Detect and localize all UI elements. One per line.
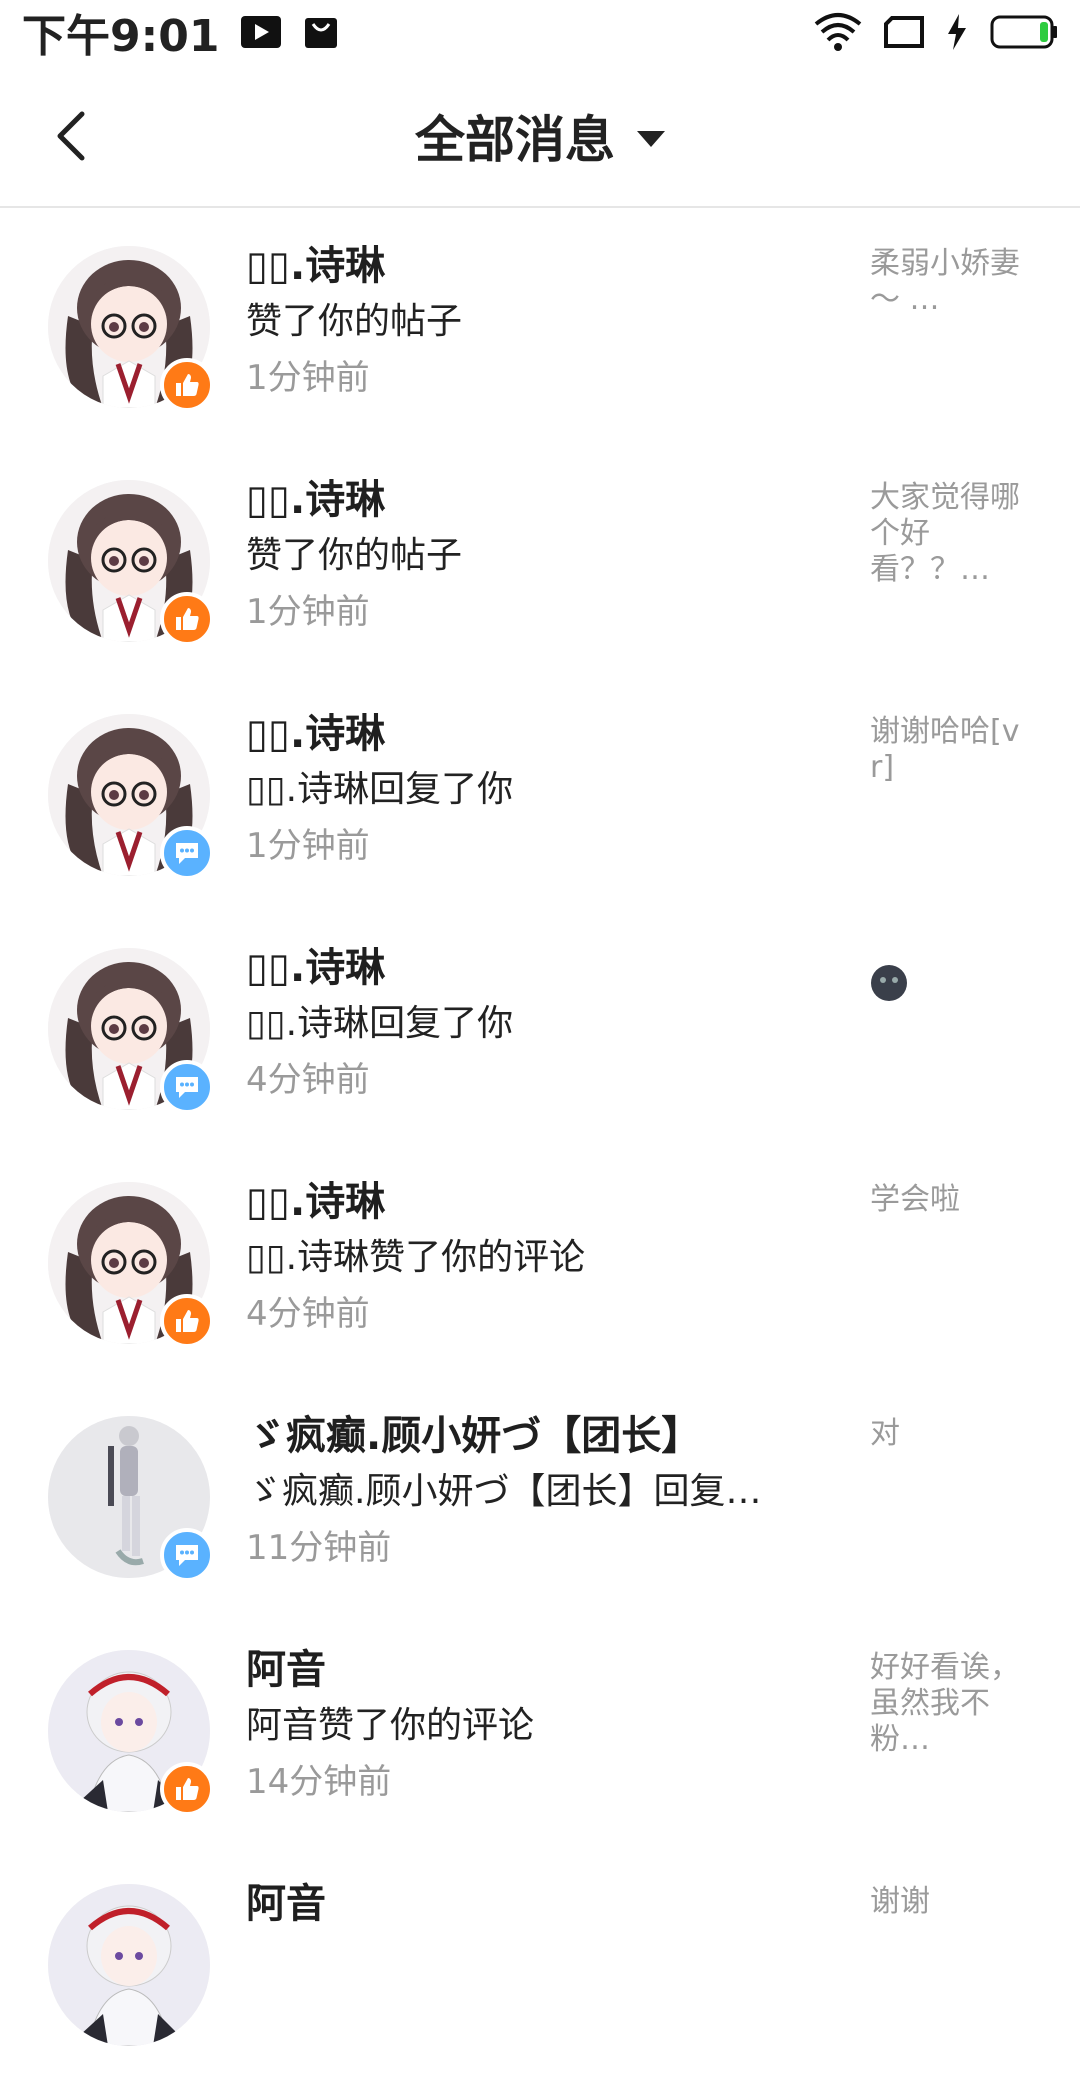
sender-name[interactable]: 阿音 xyxy=(246,1876,846,1932)
avatar[interactable] xyxy=(48,480,214,646)
like-badge-icon xyxy=(160,592,214,646)
status-bar: 下午9:01 xyxy=(0,0,1080,64)
post-preview-text: 谢谢 xyxy=(870,1884,930,1919)
title-dropdown[interactable]: 全部消息 xyxy=(0,64,1080,208)
message-description: 阿音赞了你的评论 xyxy=(246,1705,535,1746)
post-preview-text: 好好看诶，虽然我不粉… xyxy=(870,1650,1020,1757)
battery-icon xyxy=(990,14,1058,50)
message-time: 1分钟前 xyxy=(246,358,370,398)
sender-name[interactable]: ゞ疯癫.顾小妍づ【团长】 xyxy=(246,1408,846,1464)
post-preview-text: 大家觉得哪个好看？？… xyxy=(870,480,1020,587)
message-content: ▯▯.诗琳赞了你的帖子 1分钟前 xyxy=(246,472,846,640)
shopping-bag-icon xyxy=(303,14,339,50)
comment-badge-icon xyxy=(160,1060,214,1114)
avatar[interactable] xyxy=(48,1650,214,1816)
message-content: ゞ疯癫.顾小妍づ【团长】ゞ疯癫.顾小妍づ【团长】回复… 11分钟前 xyxy=(246,1408,846,1576)
sender-name[interactable]: ▯▯.诗琳 xyxy=(246,238,846,294)
message-time: 14分钟前 xyxy=(246,1762,392,1802)
status-bar-left: 下午9:01 xyxy=(22,0,339,64)
avatar[interactable] xyxy=(48,1884,210,2046)
post-preview-text: 对 xyxy=(870,1416,900,1451)
message-row[interactable]: ▯▯.诗琳 ▯▯.诗琳回复了你 4分钟前 xyxy=(0,912,1080,1146)
message-description: ▯▯.诗琳赞了你的评论 xyxy=(246,1237,586,1278)
message-content: ▯▯.诗琳 ▯▯.诗琳回复了你 1分钟前 xyxy=(246,706,846,874)
post-preview-text: 柔弱小娇妻～ … xyxy=(870,246,1020,317)
message-description: ゞ疯癫.顾小妍づ【团长】回复… xyxy=(246,1471,762,1512)
sender-name[interactable]: ▯▯.诗琳 xyxy=(246,706,846,762)
sim-card-icon xyxy=(884,16,924,48)
avatar[interactable] xyxy=(48,1416,214,1582)
page-title: 全部消息 xyxy=(415,111,615,169)
avatar[interactable] xyxy=(48,714,214,880)
charging-bolt-icon xyxy=(946,14,968,50)
post-preview-text: 学会啦 xyxy=(870,1182,960,1217)
message-time: 1分钟前 xyxy=(246,592,370,632)
message-row[interactable]: 阿音阿音赞了你的评论 14分钟前 好好看诶，虽然我不粉… xyxy=(0,1614,1080,1848)
sender-name[interactable]: ▯▯.诗琳 xyxy=(246,472,846,528)
like-badge-icon xyxy=(160,1294,214,1348)
message-time: 1分钟前 xyxy=(246,826,370,866)
message-description: 赞了你的帖子 xyxy=(246,535,463,576)
message-list: ▯▯.诗琳 赞了你的帖子 1分钟前 柔弱小娇妻～ … ▯▯.诗琳 赞了你的帖子 1分钟前 大家… xyxy=(0,210,1080,2082)
avatar[interactable] xyxy=(48,1182,214,1348)
comment-badge-icon xyxy=(160,826,214,880)
message-row[interactable]: ▯▯.诗琳 ▯▯.诗琳回复了你 1分钟前 谢谢哈哈[vr] xyxy=(0,678,1080,912)
message-row[interactable]: ▯▯.诗琳 ▯▯.诗琳赞了你的评论 4分钟前 学会啦 xyxy=(0,1146,1080,1380)
avatar-image xyxy=(48,1884,210,2046)
message-row[interactable]: 阿音 谢谢 xyxy=(0,1848,1080,2082)
clock: 下午9:01 xyxy=(22,11,220,62)
message-time: 4分钟前 xyxy=(246,1294,370,1334)
emoji-preview-icon xyxy=(870,964,908,1002)
message-row[interactable]: ▯▯.诗琳赞了你的帖子 1分钟前 大家觉得哪个好看？？… xyxy=(0,444,1080,678)
app-header: 全部消息 xyxy=(0,64,1080,208)
like-badge-icon xyxy=(160,358,214,412)
message-row[interactable]: ▯▯.诗琳赞了你的帖子 1分钟前 柔弱小娇妻～ … xyxy=(0,210,1080,444)
status-bar-right xyxy=(814,12,1058,52)
message-description: ▯▯.诗琳回复了你 xyxy=(246,1003,514,1044)
comment-badge-icon xyxy=(160,1528,214,1582)
message-time: 4分钟前 xyxy=(246,1060,370,1100)
message-content: ▯▯.诗琳 ▯▯.诗琳赞了你的评论 4分钟前 xyxy=(246,1174,846,1342)
caret-down-icon xyxy=(637,131,665,147)
avatar[interactable] xyxy=(48,948,214,1114)
like-badge-icon xyxy=(160,1762,214,1816)
post-preview-text: 谢谢哈哈[vr] xyxy=(870,714,1020,785)
sender-name[interactable]: ▯▯.诗琳 xyxy=(246,1174,846,1230)
message-content: 阿音 xyxy=(246,1876,846,1932)
message-row[interactable]: ゞ疯癫.顾小妍づ【团长】ゞ疯癫.顾小妍づ【团长】回复… 11分钟前 对 xyxy=(0,1380,1080,1614)
message-content: 阿音阿音赞了你的评论 14分钟前 xyxy=(246,1642,846,1810)
video-play-icon xyxy=(241,16,282,48)
message-description: ▯▯.诗琳回复了你 xyxy=(246,769,514,810)
sender-name[interactable]: ▯▯.诗琳 xyxy=(246,940,846,996)
wifi-icon xyxy=(814,12,862,52)
message-content: ▯▯.诗琳赞了你的帖子 1分钟前 xyxy=(246,238,846,406)
message-description: 赞了你的帖子 xyxy=(246,301,463,342)
sender-name[interactable]: 阿音 xyxy=(246,1642,846,1698)
message-time: 11分钟前 xyxy=(246,1528,392,1568)
message-content: ▯▯.诗琳 ▯▯.诗琳回复了你 4分钟前 xyxy=(246,940,846,1108)
avatar[interactable] xyxy=(48,246,214,412)
